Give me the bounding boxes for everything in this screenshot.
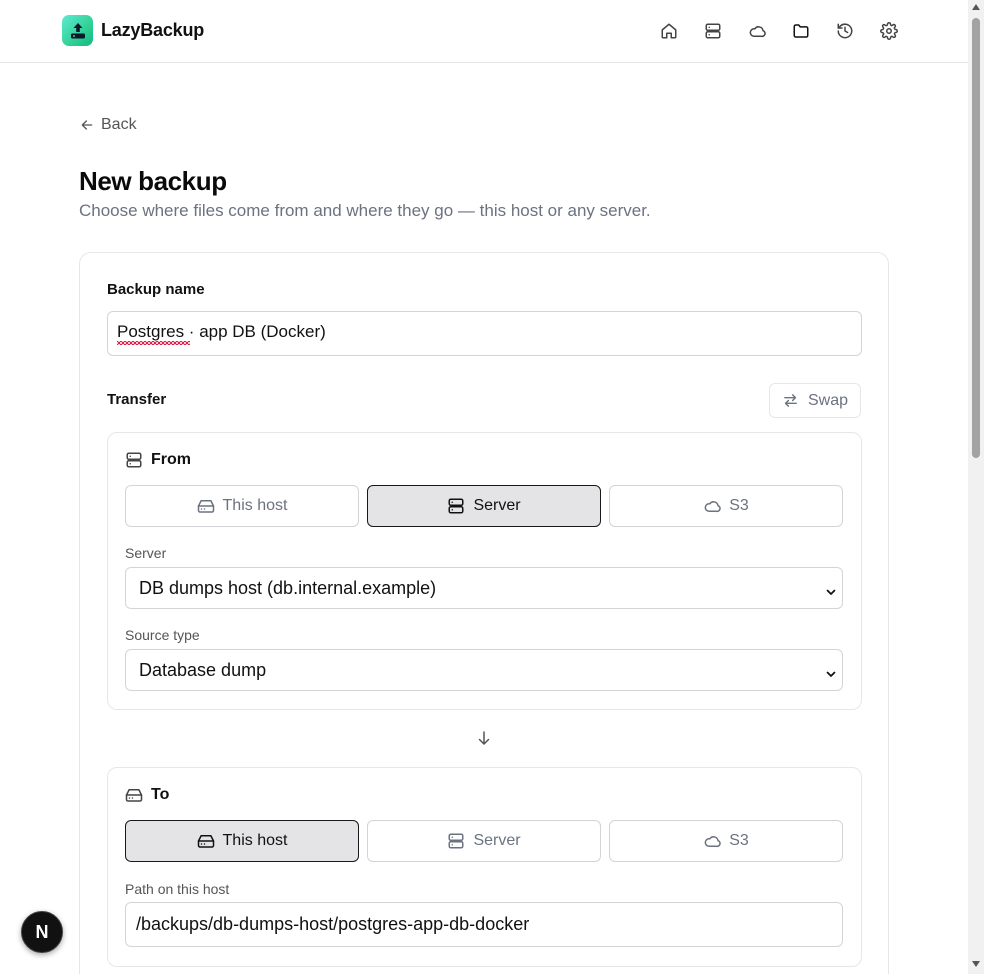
source-type-select[interactable]: Database dump (125, 649, 843, 691)
from-option-label: This host (222, 497, 288, 514)
to-option-server[interactable]: Server (367, 820, 601, 862)
nav-cloud-button[interactable] (745, 19, 769, 43)
to-option-label: S3 (729, 832, 749, 849)
backup-name-label: Backup name (107, 281, 205, 298)
chevron-down-icon (825, 582, 837, 603)
source-type-value: Database dump (139, 659, 267, 680)
from-header: From (125, 451, 191, 469)
folder-icon (792, 22, 810, 40)
cloud-icon (748, 22, 766, 40)
server-select[interactable]: DB dumps host (db.internal.example) (125, 567, 843, 609)
from-option-server[interactable]: Server (367, 485, 601, 527)
history-icon (836, 22, 854, 40)
server-icon (447, 832, 465, 850)
back-link[interactable]: Back (79, 116, 137, 134)
devtools-badge-letter: N (35, 921, 49, 942)
nextjs-devtools-badge[interactable]: N (21, 911, 63, 953)
from-option-this-host[interactable]: This host (125, 485, 359, 527)
server-icon (125, 451, 143, 469)
drive-icon (197, 497, 215, 515)
server-icon (447, 497, 465, 515)
source-type-label: Source type (125, 627, 200, 643)
brand[interactable]: LazyBackup (62, 15, 204, 46)
from-option-label: Server (473, 497, 521, 514)
arrow-down-icon (475, 729, 493, 752)
new-backup-form-card: Backup name Postgres · app DB (Docker) T… (79, 252, 889, 974)
top-navigation-bar: LazyBackup (0, 0, 968, 63)
destination-path-input[interactable] (125, 902, 843, 947)
swap-button[interactable]: Swap (769, 383, 861, 418)
nav-home-button[interactable] (657, 19, 681, 43)
scroll-down-arrow-icon[interactable] (972, 961, 980, 967)
nav-history-button[interactable] (833, 19, 857, 43)
swap-arrows-icon (782, 392, 799, 409)
cloud-icon (703, 832, 721, 850)
nav-backups-button[interactable] (789, 19, 813, 43)
drive-icon (197, 832, 215, 850)
to-panel: To This host Server S3 Path on this host (107, 767, 862, 967)
arrow-left-icon (79, 117, 95, 133)
from-panel: From This host Server S3 Server DB dumps… (107, 432, 862, 710)
back-label: Back (101, 116, 137, 133)
page-scrollbar[interactable] (968, 0, 984, 974)
scroll-up-arrow-icon[interactable] (972, 4, 980, 10)
servers-icon (704, 22, 722, 40)
cloud-icon (703, 497, 721, 515)
nav-settings-button[interactable] (877, 19, 901, 43)
home-icon (660, 22, 678, 40)
to-option-label: Server (473, 832, 521, 849)
drive-icon (125, 786, 143, 804)
app-name: LazyBackup (101, 20, 205, 40)
to-header: To (125, 786, 169, 804)
from-option-s3[interactable]: S3 (609, 485, 843, 527)
scroll-thumb[interactable] (972, 18, 980, 458)
to-option-label: This host (222, 832, 288, 849)
from-option-label: S3 (729, 497, 749, 514)
server-upload-logo-icon (62, 15, 93, 46)
page-title: New backup (79, 166, 227, 196)
server-select-label: Server (125, 545, 167, 561)
main-nav (657, 19, 901, 43)
server-select-value: DB dumps host (db.internal.example) (139, 577, 437, 598)
path-label: Path on this host (125, 881, 230, 897)
from-title: From (151, 451, 191, 468)
to-option-this-host[interactable]: This host (125, 820, 359, 862)
to-title: To (151, 786, 170, 803)
chevron-down-icon (825, 664, 837, 685)
transfer-label: Transfer (107, 391, 167, 408)
nav-servers-button[interactable] (701, 19, 725, 43)
page-subtitle: Choose where files come from and where t… (79, 201, 651, 220)
to-option-s3[interactable]: S3 (609, 820, 843, 862)
swap-label: Swap (807, 391, 849, 409)
backup-name-input[interactable] (107, 311, 862, 356)
settings-icon (880, 22, 898, 40)
